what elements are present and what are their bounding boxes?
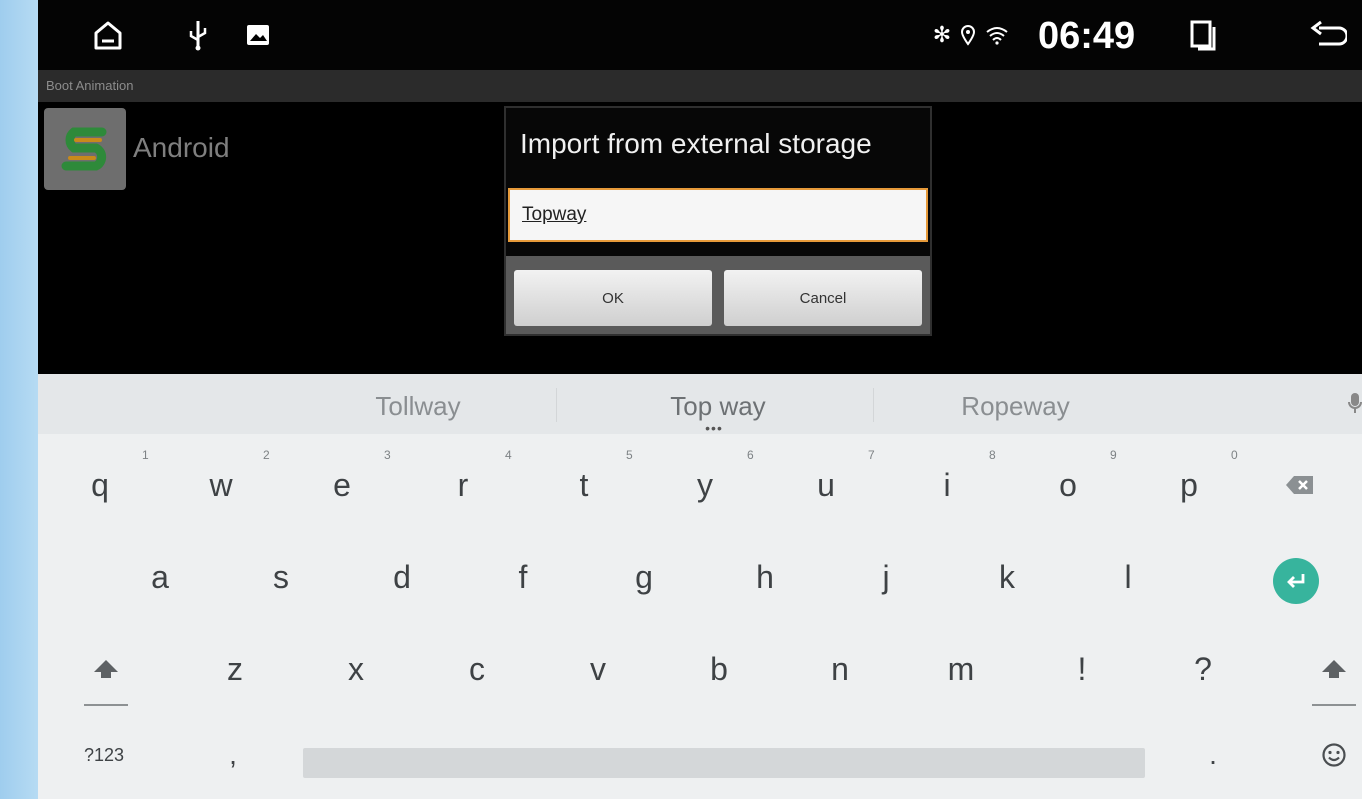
key-l[interactable]: l bbox=[1068, 532, 1188, 622]
app-title-bar: Boot Animation bbox=[38, 70, 1362, 102]
suggestion-strip: Tollway Top way ••• Ropeway bbox=[38, 374, 1362, 435]
key-hint-0: 0 bbox=[1231, 448, 1238, 462]
symbols-key[interactable]: ?123 bbox=[62, 719, 146, 791]
suggestion-1[interactable]: Tollway bbox=[288, 374, 548, 434]
key-b[interactable]: b bbox=[659, 624, 779, 714]
key-z[interactable]: z bbox=[175, 624, 295, 714]
dialog-button-bar: OK Cancel bbox=[506, 256, 930, 334]
key-j[interactable]: j bbox=[826, 532, 946, 622]
status-bar: ✻ 06:49 bbox=[38, 0, 1362, 70]
image-icon bbox=[243, 0, 273, 70]
back-icon[interactable] bbox=[1308, 0, 1348, 70]
suggestion-divider bbox=[556, 388, 557, 422]
key-f[interactable]: f bbox=[463, 532, 583, 622]
emoji-icon[interactable] bbox=[1304, 719, 1362, 791]
key-g[interactable]: g bbox=[584, 532, 704, 622]
filename-input[interactable]: Topway bbox=[508, 188, 928, 242]
location-icon bbox=[956, 0, 980, 70]
key-c[interactable]: c bbox=[417, 624, 537, 714]
key-n[interactable]: n bbox=[780, 624, 900, 714]
key-s[interactable]: s bbox=[221, 532, 341, 622]
dialog-title: Import from external storage bbox=[520, 128, 872, 159]
space-bar[interactable] bbox=[303, 748, 1145, 778]
shift-indicator bbox=[1312, 704, 1356, 706]
microphone-icon[interactable] bbox=[1348, 392, 1362, 420]
key-hint-1: 1 bbox=[142, 448, 149, 462]
key-k[interactable]: k bbox=[947, 532, 1067, 622]
key-d[interactable]: d bbox=[342, 532, 462, 622]
key-m[interactable]: m bbox=[901, 624, 1021, 714]
period-key[interactable]: . bbox=[1178, 719, 1248, 791]
more-suggestions-indicator[interactable]: ••• bbox=[701, 421, 727, 435]
key-hint-6: 6 bbox=[747, 448, 754, 462]
key-hint-2: 2 bbox=[263, 448, 270, 462]
comma-key[interactable]: , bbox=[198, 719, 268, 791]
key-question[interactable]: ? bbox=[1143, 624, 1263, 714]
import-dialog: Import from external storage Topway OK C… bbox=[504, 106, 932, 336]
suggestion-divider bbox=[873, 388, 874, 422]
key-hint-3: 3 bbox=[384, 448, 391, 462]
key-h[interactable]: h bbox=[705, 532, 825, 622]
enter-key[interactable] bbox=[1273, 558, 1319, 604]
key-v[interactable]: v bbox=[538, 624, 658, 714]
usb-icon bbox=[183, 0, 213, 70]
key-a[interactable]: a bbox=[100, 532, 220, 622]
shift-indicator bbox=[84, 704, 128, 706]
cancel-button[interactable]: Cancel bbox=[724, 270, 922, 326]
bluetooth-icon: ✻ bbox=[932, 22, 952, 47]
key-hint-9: 9 bbox=[1110, 448, 1117, 462]
recents-icon[interactable] bbox=[1186, 0, 1222, 70]
ok-button[interactable]: OK bbox=[514, 270, 712, 326]
key-hint-7: 7 bbox=[868, 448, 875, 462]
wifi-icon bbox=[982, 0, 1012, 70]
key-hint-8: 8 bbox=[989, 448, 996, 462]
suggestion-3[interactable]: Ropeway bbox=[888, 374, 1143, 434]
app-item-label[interactable]: Android bbox=[133, 132, 230, 164]
key-hint-4: 4 bbox=[505, 448, 512, 462]
shift-key-right[interactable] bbox=[1304, 624, 1362, 714]
soft-keyboard: Tollway Top way ••• Ropeway q1w2e3r4t5y6… bbox=[38, 374, 1362, 799]
clock: 06:49 bbox=[1038, 15, 1136, 57]
app-logo-icon[interactable] bbox=[44, 108, 126, 190]
shift-key-left[interactable] bbox=[76, 624, 136, 714]
key-exclamation[interactable]: ! bbox=[1022, 624, 1142, 714]
backspace-key[interactable] bbox=[1270, 440, 1330, 530]
home-icon[interactable] bbox=[88, 0, 128, 70]
key-hint-5: 5 bbox=[626, 448, 633, 462]
screen: ✻ 06:49 Boot Animation Android Import fr… bbox=[38, 0, 1362, 799]
device-bezel bbox=[0, 0, 38, 799]
key-x[interactable]: x bbox=[296, 624, 416, 714]
